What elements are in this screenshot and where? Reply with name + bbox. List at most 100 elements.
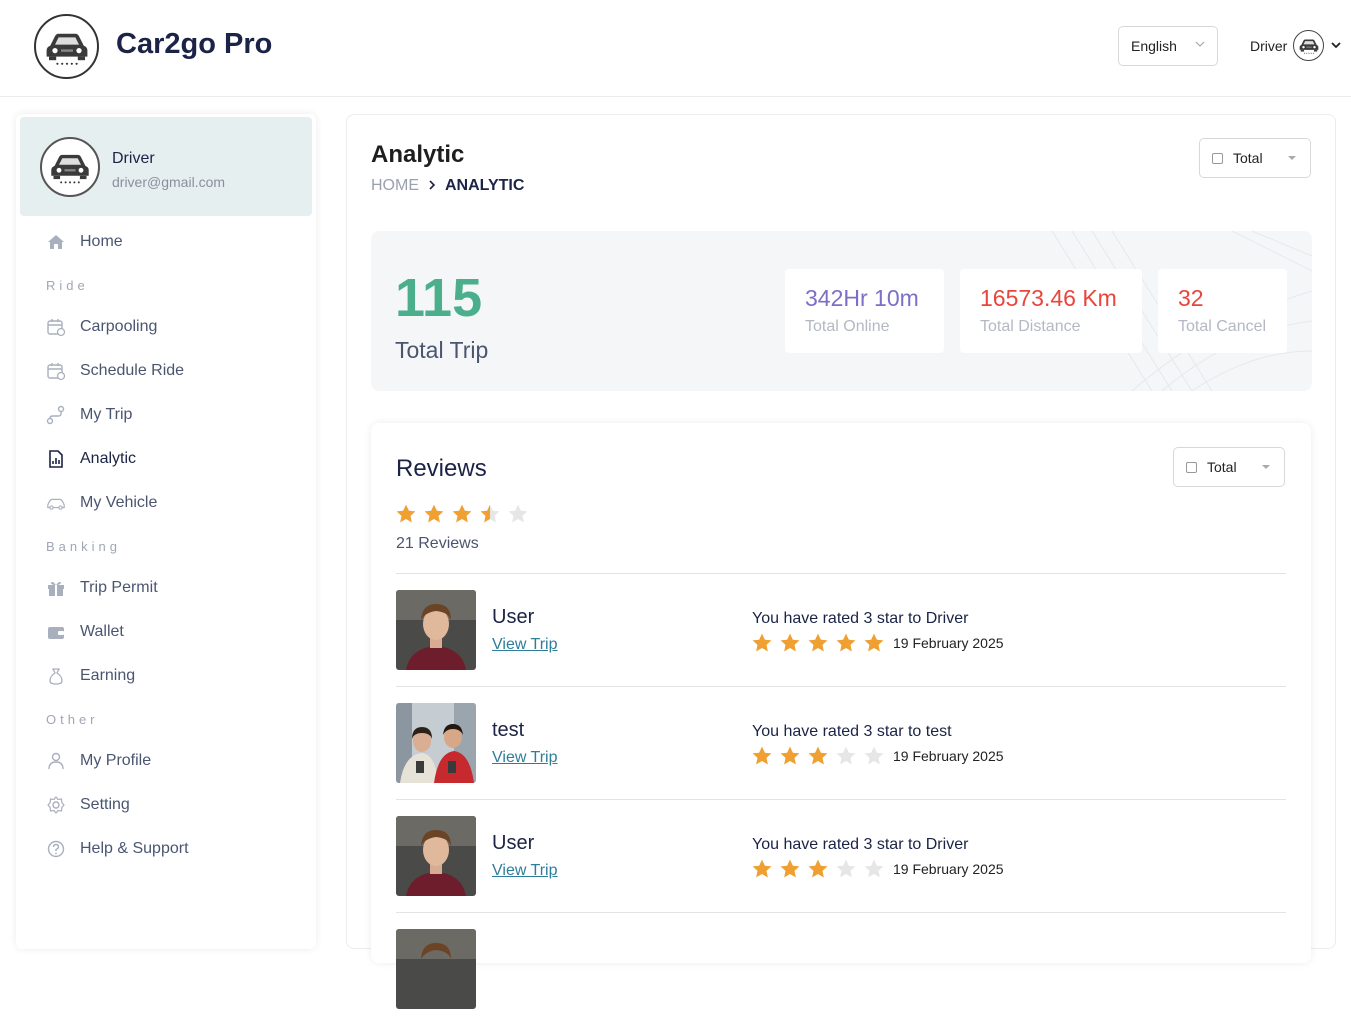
sidebar-item-my-trip[interactable]: My Trip xyxy=(46,403,132,427)
review-stars xyxy=(751,745,885,767)
breadcrumb-home-link[interactable]: HOME xyxy=(371,177,419,195)
sidebar-item-carpooling[interactable]: Carpooling xyxy=(46,315,157,339)
sidebar-item-help-support[interactable]: Help & Support xyxy=(46,837,189,861)
star-filled-icon xyxy=(451,503,473,525)
main-content: Analytic HOME ANALYTIC Total 115 Total T… xyxy=(346,114,1336,1009)
sidebar-item-earning[interactable]: Earning xyxy=(46,664,135,688)
review-text: You have rated 3 star to Driver xyxy=(752,836,969,853)
chevron-right-icon xyxy=(427,178,437,194)
caret-down-icon xyxy=(1262,465,1270,469)
star-filled-icon xyxy=(423,503,445,525)
star-empty-icon xyxy=(863,745,885,767)
sidebar-item-label: Carpooling xyxy=(80,318,158,335)
reviews-count: 21 Reviews xyxy=(396,535,479,552)
brand-logo[interactable] xyxy=(34,14,99,79)
review-stars xyxy=(751,858,885,880)
sidebar-item-home[interactable]: Home xyxy=(46,230,123,254)
sidebar-item-trip-permit[interactable]: Trip Permit xyxy=(46,576,158,600)
profile-name: Driver xyxy=(112,150,155,167)
user-menu[interactable]: Driver xyxy=(1250,30,1342,61)
reviews-card: Reviews Total 21 Reviews User View Trip xyxy=(371,423,1311,1009)
sidebar-item-setting[interactable]: Setting xyxy=(46,793,130,817)
car-logo-icon xyxy=(43,28,91,66)
language-select[interactable]: English xyxy=(1118,26,1218,66)
view-trip-link[interactable]: View Trip xyxy=(492,862,558,880)
gear-icon xyxy=(46,795,66,815)
review-date: 19 February 2025 xyxy=(893,635,1004,651)
sidebar-item-schedule-ride[interactable]: Schedule Ride xyxy=(46,359,184,383)
review-rating: 19 February 2025 xyxy=(751,858,1004,880)
star-half-icon xyxy=(479,503,501,525)
star-filled-icon xyxy=(807,858,829,880)
sidebar-profile[interactable]: Driver driver@gmail.com xyxy=(20,117,312,216)
review-row xyxy=(396,912,1286,1025)
sidebar-item-wallet[interactable]: Wallet xyxy=(46,620,124,644)
stat-value: 342Hr 10m xyxy=(805,285,919,311)
route-icon xyxy=(46,405,66,425)
stat-total-distance: 16573.46 Km Total Distance xyxy=(960,269,1142,353)
star-filled-icon xyxy=(751,745,773,767)
review-date: 19 February 2025 xyxy=(893,748,1004,764)
section-label-ride: Ride xyxy=(46,278,89,293)
view-trip-link[interactable]: View Trip xyxy=(492,749,558,767)
language-value: English xyxy=(1131,38,1177,54)
user-avatar xyxy=(1293,30,1325,61)
star-filled-icon xyxy=(779,632,801,654)
reviews-title: Reviews xyxy=(396,455,487,482)
review-rating: 19 February 2025 xyxy=(751,745,1004,767)
total-trip-label: Total Trip xyxy=(395,337,489,363)
star-filled-icon xyxy=(751,858,773,880)
reviewer-photo xyxy=(396,703,476,783)
reviews-filter-select[interactable]: Total xyxy=(1173,447,1285,487)
sidebar: Driver driver@gmail.com Home Ride Carpoo… xyxy=(16,114,316,949)
help-icon xyxy=(46,839,66,859)
stat-label: Total Online xyxy=(805,318,890,335)
section-label-banking: Banking xyxy=(46,539,121,554)
reviewer-name: User xyxy=(492,606,535,628)
review-row: User View Trip You have rated 3 star to … xyxy=(396,573,1286,686)
profile-avatar xyxy=(40,137,100,197)
star-filled-icon xyxy=(395,503,417,525)
gift-icon xyxy=(46,578,66,598)
total-trip-value: 115 xyxy=(395,268,483,328)
reviewer-photo xyxy=(396,929,476,1009)
view-trip-link[interactable]: View Trip xyxy=(492,636,558,654)
review-row: User View Trip You have rated 3 star to … xyxy=(396,799,1286,912)
page-title: Analytic xyxy=(371,141,465,168)
user-menu-label: Driver xyxy=(1250,37,1288,54)
sidebar-item-analytic[interactable]: Analytic xyxy=(46,447,136,471)
calendar-clock-icon xyxy=(46,317,66,337)
stats-panel: 115 Total Trip 342Hr 10m Total Online 16… xyxy=(371,231,1312,391)
reviewer-name: test xyxy=(492,719,525,741)
reviews-filter-value: Total xyxy=(1207,459,1237,475)
stat-label: Total Cancel xyxy=(1178,318,1267,335)
star-filled-icon xyxy=(751,632,773,654)
overall-rating-stars xyxy=(395,503,529,525)
sidebar-item-label: Wallet xyxy=(80,623,124,640)
stat-value: 32 xyxy=(1178,285,1204,311)
sidebar-item-my-vehicle[interactable]: My Vehicle xyxy=(46,491,157,515)
user-icon xyxy=(46,751,66,771)
sidebar-item-label: Earning xyxy=(80,667,136,684)
sidebar-item-label: Schedule Ride xyxy=(80,362,185,379)
star-empty-icon xyxy=(835,858,857,880)
star-filled-icon xyxy=(807,745,829,767)
breadcrumb-current: ANALYTIC xyxy=(445,177,525,194)
reviewer-photo xyxy=(396,590,476,670)
period-filter-value: Total xyxy=(1233,150,1263,166)
sidebar-item-my-profile[interactable]: My Profile xyxy=(46,749,151,773)
sidebar-item-label: Help & Support xyxy=(80,840,189,857)
caret-down-icon xyxy=(1288,156,1296,160)
sidebar-item-label: Trip Permit xyxy=(80,579,158,596)
review-text: You have rated 3 star to test xyxy=(752,723,952,740)
star-empty-icon xyxy=(863,858,885,880)
sidebar-item-label: Home xyxy=(80,233,123,250)
chevron-down-icon xyxy=(1330,38,1342,54)
brand-name[interactable]: Car2go Pro xyxy=(116,28,272,61)
review-text: You have rated 3 star to Driver xyxy=(752,610,969,627)
sidebar-item-label: Analytic xyxy=(80,450,137,467)
star-filled-icon xyxy=(835,632,857,654)
breadcrumb: HOME ANALYTIC xyxy=(371,177,524,195)
report-icon xyxy=(46,449,66,469)
period-filter-select[interactable]: Total xyxy=(1199,138,1311,178)
